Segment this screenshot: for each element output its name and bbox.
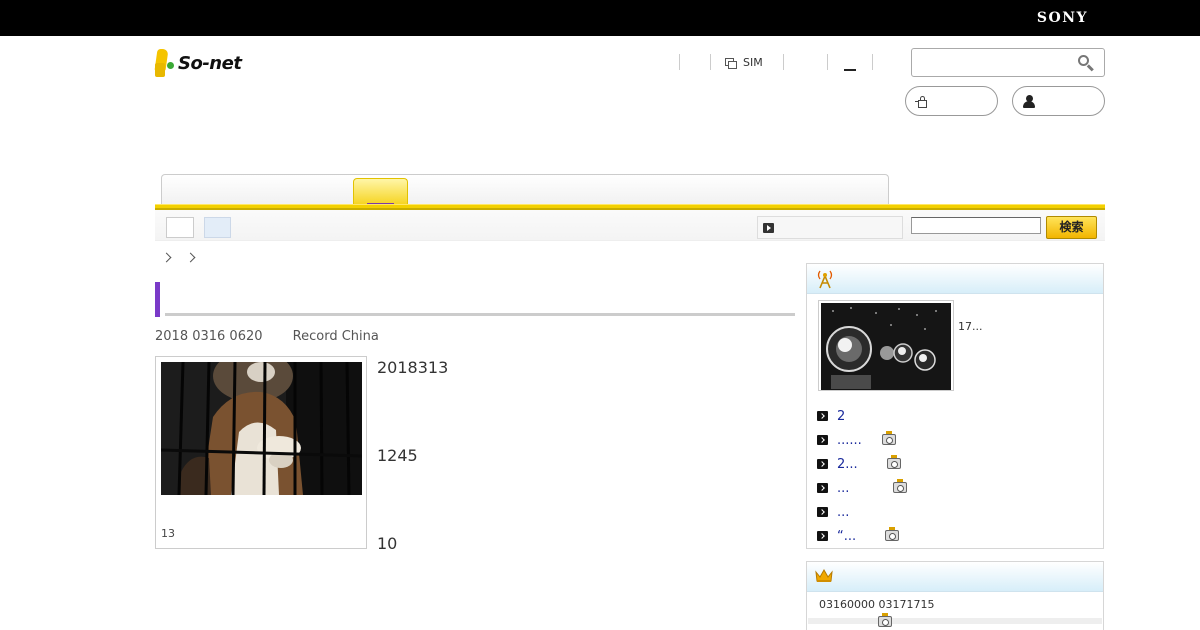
top-nav: SIM — [679, 53, 873, 71]
article-title-rule — [165, 313, 795, 316]
nav-item-sim[interactable]: SIM — [711, 56, 783, 69]
subnav-search-input[interactable] — [911, 217, 1041, 234]
chevron-right-icon — [161, 252, 172, 263]
member-button[interactable] — [1012, 86, 1105, 116]
article-photo-frame: 13 — [155, 356, 367, 549]
nav-divider — [782, 54, 784, 70]
ranking-row[interactable] — [808, 613, 1102, 627]
sidebar-news-link[interactable]: 2 — [837, 409, 845, 424]
camera-icon — [885, 527, 899, 541]
nav-divider — [826, 54, 828, 70]
antenna-icon — [817, 270, 833, 289]
sidebar-news-link[interactable]: ...... — [837, 433, 862, 448]
play-icon — [763, 223, 774, 233]
article-title-marker — [155, 282, 160, 317]
nav-divider — [679, 54, 680, 70]
arrow-bullet-icon — [817, 531, 828, 541]
list-item[interactable]: ...... — [817, 428, 1097, 452]
sidebar-news-link[interactable]: 2... — [837, 457, 858, 472]
list-item[interactable]: 2 — [817, 404, 1097, 428]
windows-icon — [725, 58, 737, 69]
list-item[interactable]: “... — [817, 524, 1097, 548]
article-paragraph: 2018313 — [377, 358, 449, 377]
sidebar-ranking-header — [807, 562, 1103, 592]
camera-icon — [878, 613, 892, 627]
photo-caption: 13 — [161, 527, 175, 540]
list-item[interactable]: ... — [817, 476, 1097, 500]
breadcrumb — [161, 252, 211, 263]
article-date: 2018 0316 0620 — [155, 329, 263, 344]
nav-item-sim-label: SIM — [743, 55, 763, 69]
list-item[interactable]: ... — [817, 500, 1097, 524]
nav-item-dash[interactable] — [843, 69, 856, 71]
sidebar-news-link[interactable]: ... — [837, 505, 849, 520]
camera-icon — [882, 431, 896, 445]
article-meta: 2018 0316 0620 Record China — [155, 329, 379, 344]
nav-divider — [871, 54, 873, 70]
search-button[interactable]: 検索 — [1046, 216, 1097, 239]
arrow-bullet-icon — [817, 411, 828, 421]
header-search — [911, 48, 1105, 77]
camera-icon — [893, 479, 907, 493]
featured-text[interactable]: 17... — [958, 320, 983, 333]
tab-active[interactable] — [353, 178, 408, 206]
article-paragraph: 10 — [377, 534, 398, 553]
search-icon[interactable] — [1078, 55, 1094, 72]
chevron-right-icon — [185, 252, 196, 263]
sidebar-news-link[interactable]: ... — [837, 481, 849, 496]
sonet-logo-text: So-net — [178, 52, 242, 74]
subnav-button-2[interactable] — [204, 217, 231, 238]
featured-thumbnail[interactable] — [821, 303, 951, 390]
ranking-period: 03160000 03171715 — [819, 598, 935, 611]
sidebar-news-list: 2 ...... 2... ... ... “... — [817, 404, 1097, 548]
article-photo[interactable] — [161, 362, 362, 495]
header-search-input[interactable] — [912, 49, 1072, 76]
user-icon — [1023, 95, 1035, 108]
login-lock-icon — [915, 96, 929, 108]
article-paragraph: 1245 — [377, 446, 418, 465]
sonet-logo[interactable]: So-net — [154, 48, 242, 78]
video-link[interactable] — [757, 216, 903, 239]
sidebar-news-link[interactable]: “... — [837, 529, 856, 544]
sidebar-news-box: 17... 2 ...... 2... ... ... “... — [806, 263, 1104, 549]
list-item[interactable]: 2... — [817, 452, 1097, 476]
crown-icon — [815, 569, 833, 582]
featured-thumbnail-frame[interactable] — [818, 300, 954, 391]
category-tab-bar — [161, 174, 889, 205]
arrow-bullet-icon — [817, 483, 828, 493]
sidebar-news-header — [807, 264, 1103, 294]
arrow-bullet-icon — [817, 507, 828, 517]
article-source[interactable]: Record China — [293, 329, 379, 344]
sonet-logo-mark-icon — [154, 49, 177, 77]
login-button[interactable] — [905, 86, 998, 116]
sony-logo[interactable]: SONY — [1037, 10, 1088, 26]
sidebar-ranking-box: 03160000 03171715 — [806, 561, 1104, 630]
camera-icon — [887, 455, 901, 469]
arrow-bullet-icon — [817, 435, 828, 445]
top-bar: SONY — [0, 0, 1200, 36]
subnav-button-1[interactable] — [166, 217, 194, 238]
arrow-bullet-icon — [817, 459, 828, 469]
